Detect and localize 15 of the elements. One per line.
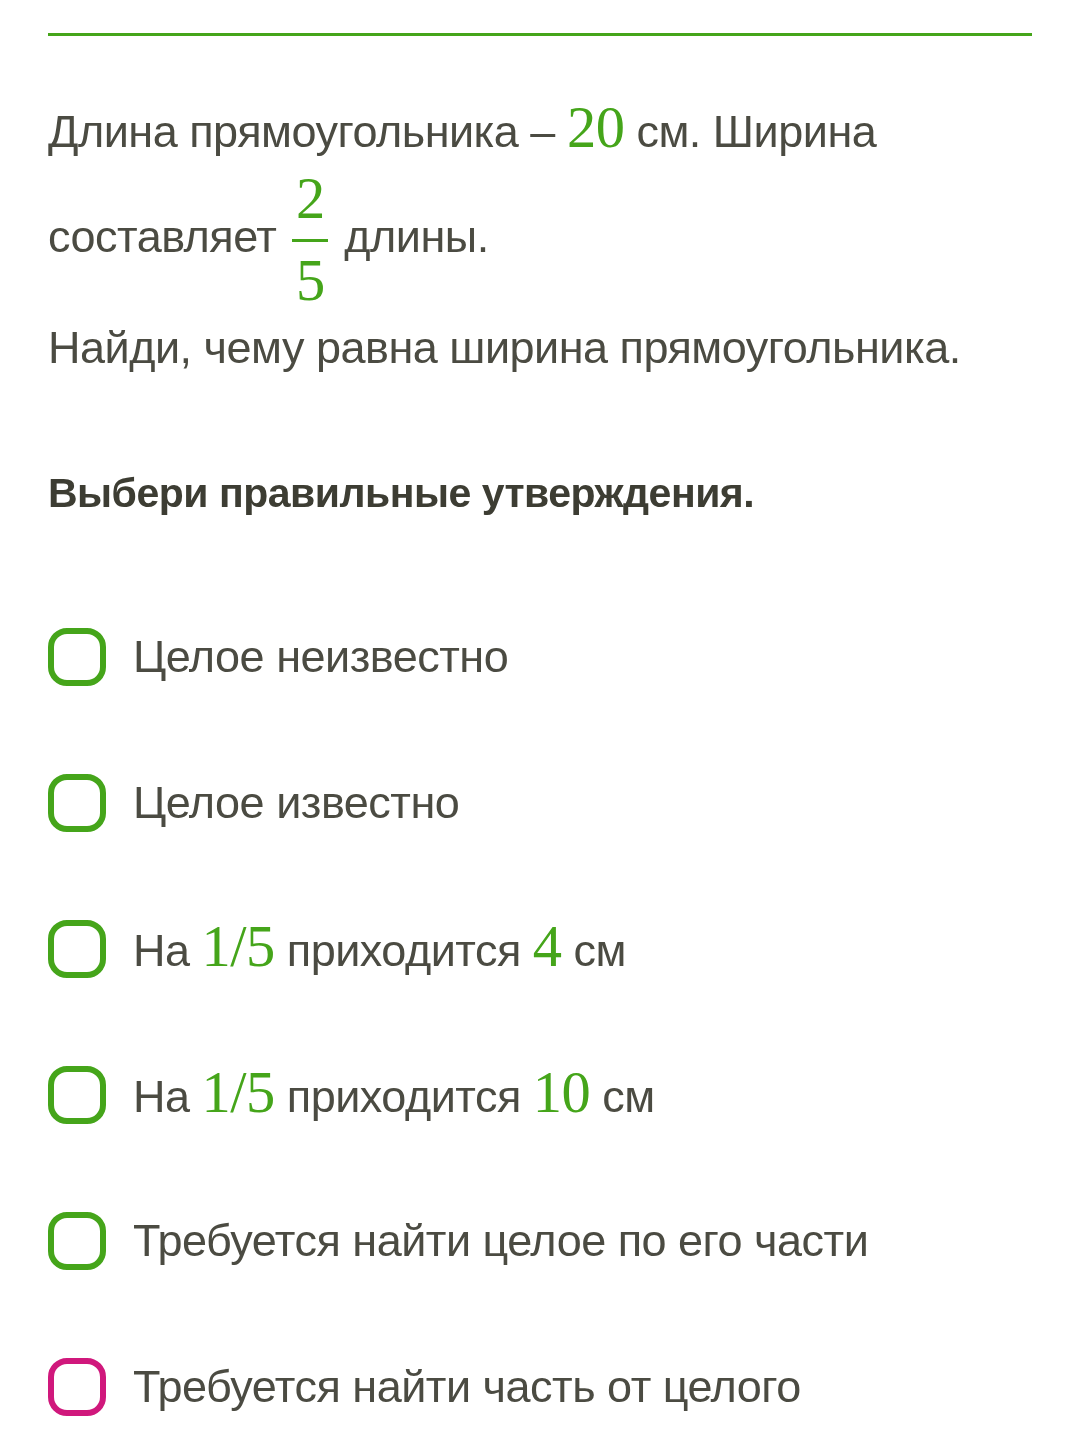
instruction-heading: Выбери правильные утверждения. [48,469,756,518]
checkbox[interactable] [48,774,106,832]
option-label[interactable]: На 1/5 приходится 10 см [133,1063,655,1127]
checkbox[interactable] [48,1066,106,1124]
checkbox[interactable] [48,628,106,686]
option-label[interactable]: Целое известно [133,773,460,833]
checkbox[interactable] [48,1358,106,1416]
option-label[interactable]: Целое неизвестно [133,627,509,687]
option-label[interactable]: Требуется найти часть от целого [133,1357,801,1417]
option-label[interactable]: Требуется найти целое по его части [133,1211,869,1271]
checkbox[interactable] [48,1212,106,1270]
checkbox[interactable] [48,920,106,978]
problem-text: Найди, чему равна ширина прямоугольника. [48,321,962,375]
option-label[interactable]: На 1/5 приходится 4 см [133,917,626,981]
problem-text: Длина прямоугольника – 20 см. Ширина составляет 2 5 длины. [48,96,878,315]
